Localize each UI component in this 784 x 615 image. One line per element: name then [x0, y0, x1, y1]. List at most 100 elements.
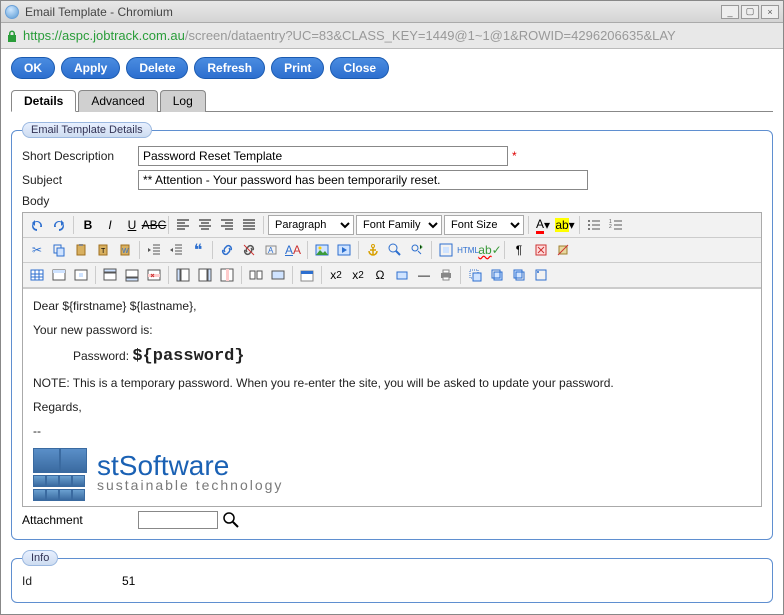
row-after-icon[interactable]: [122, 265, 142, 285]
copy-icon[interactable]: [49, 240, 69, 260]
hr-icon[interactable]: —: [414, 265, 434, 285]
link-icon[interactable]: [217, 240, 237, 260]
minimize-button[interactable]: _: [721, 5, 739, 19]
split-cells-icon[interactable]: [246, 265, 266, 285]
paste-icon[interactable]: [71, 240, 91, 260]
search-icon[interactable]: [222, 511, 240, 529]
tab-log[interactable]: Log: [160, 90, 206, 112]
backward-icon[interactable]: [509, 265, 529, 285]
align-right-icon[interactable]: [217, 215, 237, 235]
pilcrow-icon[interactable]: ¶: [509, 240, 529, 260]
strike-icon[interactable]: ABC: [144, 215, 164, 235]
page-content: OK Apply Delete Refresh Print Close Deta…: [1, 49, 783, 614]
print-icon[interactable]: [436, 265, 456, 285]
font-size-select[interactable]: Font Size: [444, 215, 524, 235]
svg-text:2: 2: [609, 224, 612, 230]
remove-format-icon[interactable]: [531, 240, 551, 260]
media-icon[interactable]: [334, 240, 354, 260]
lock-icon: [5, 29, 19, 43]
info-legend: Info: [22, 550, 58, 566]
apply-button[interactable]: Apply: [61, 57, 120, 79]
row-delete-icon[interactable]: [144, 265, 164, 285]
url-text: https://aspc.jobtrack.com.au/screen/data…: [23, 28, 676, 43]
align-justify-icon[interactable]: [239, 215, 259, 235]
style-icon[interactable]: AA: [283, 240, 303, 260]
body-dashes: --: [33, 424, 751, 438]
details-fieldset: Email Template Details Short Description…: [11, 122, 773, 540]
body-line1: Your new password is:: [33, 323, 751, 337]
abs-icon[interactable]: [531, 265, 551, 285]
body-regards: Regards,: [33, 400, 751, 414]
chromium-favicon: [5, 5, 19, 19]
id-value: 51: [122, 574, 135, 588]
row-before-icon[interactable]: [100, 265, 120, 285]
fullscreen-icon[interactable]: [436, 240, 456, 260]
attachment-input[interactable]: [138, 511, 218, 529]
tab-advanced[interactable]: Advanced: [78, 90, 157, 112]
ok-button[interactable]: OK: [11, 57, 55, 79]
table-props-icon[interactable]: [49, 265, 69, 285]
col-after-icon[interactable]: [195, 265, 215, 285]
subject-input[interactable]: [138, 170, 588, 190]
outdent-icon[interactable]: [144, 240, 164, 260]
logo-tagline: sustainable technology: [97, 478, 283, 492]
close-window-button[interactable]: ×: [761, 5, 779, 19]
maximize-button[interactable]: ▢: [741, 5, 759, 19]
align-left-icon[interactable]: [173, 215, 193, 235]
table-cell-icon[interactable]: [71, 265, 91, 285]
table-icon[interactable]: [27, 265, 47, 285]
sup-icon[interactable]: x2: [348, 265, 368, 285]
refresh-button[interactable]: Refresh: [194, 57, 265, 79]
col-delete-icon[interactable]: [217, 265, 237, 285]
delete-button[interactable]: Delete: [126, 57, 188, 79]
font-family-select[interactable]: Font Family: [356, 215, 442, 235]
highlight-icon[interactable]: ab▾: [555, 215, 575, 235]
layer-icon[interactable]: [465, 265, 485, 285]
close-button[interactable]: Close: [330, 57, 389, 79]
text-color-icon[interactable]: A ▾: [533, 215, 553, 235]
blockquote-icon[interactable]: ❝: [188, 240, 208, 260]
indent-icon[interactable]: [166, 240, 186, 260]
body-greeting: Dear ${firstname} ${lastname},: [33, 299, 751, 313]
paste-text-icon[interactable]: T: [93, 240, 113, 260]
url-bar[interactable]: https://aspc.jobtrack.com.au/screen/data…: [1, 23, 783, 49]
print-button[interactable]: Print: [271, 57, 324, 79]
browser-window: Email Template - Chromium _ ▢ × https://…: [0, 0, 784, 615]
tab-bar: Details Advanced Log: [11, 89, 773, 112]
merge-cells-icon[interactable]: [268, 265, 288, 285]
underline-icon[interactable]: U: [122, 215, 142, 235]
unordered-list-icon[interactable]: [584, 215, 604, 235]
forward-icon[interactable]: [487, 265, 507, 285]
omega-icon[interactable]: Ω: [370, 265, 390, 285]
date-icon[interactable]: [297, 265, 317, 285]
cut-icon[interactable]: ✂: [27, 240, 47, 260]
svg-text:W: W: [122, 248, 129, 255]
short-desc-input[interactable]: [138, 146, 508, 166]
html-icon[interactable]: HTML: [458, 240, 478, 260]
paragraph-select[interactable]: Paragraph: [268, 215, 354, 235]
spellcheck-icon[interactable]: ab✓: [480, 240, 500, 260]
image-icon[interactable]: [312, 240, 332, 260]
short-desc-label: Short Description: [22, 149, 138, 163]
col-before-icon[interactable]: [173, 265, 193, 285]
clear-format-icon[interactable]: [553, 240, 573, 260]
unlink-icon[interactable]: [239, 240, 259, 260]
bold-icon[interactable]: B: [78, 215, 98, 235]
attribute-icon[interactable]: A: [261, 240, 281, 260]
anchor-icon[interactable]: [363, 240, 383, 260]
italic-icon[interactable]: I: [100, 215, 120, 235]
editor-body[interactable]: Dear ${firstname} ${lastname}, Your new …: [23, 288, 761, 506]
redo-icon[interactable]: [49, 215, 69, 235]
tab-details[interactable]: Details: [11, 90, 76, 112]
align-center-icon[interactable]: [195, 215, 215, 235]
rich-text-editor: B I U ABC Paragraph Font Family Font Siz…: [22, 212, 762, 507]
undo-icon[interactable]: [27, 215, 47, 235]
field-icon[interactable]: [392, 265, 412, 285]
find-icon[interactable]: [385, 240, 405, 260]
replace-icon[interactable]: [407, 240, 427, 260]
sub-icon[interactable]: x2: [326, 265, 346, 285]
details-legend: Email Template Details: [22, 122, 152, 138]
body-note: NOTE: This is a temporary password. When…: [33, 376, 751, 390]
ordered-list-icon[interactable]: 12: [606, 215, 626, 235]
paste-word-icon[interactable]: W: [115, 240, 135, 260]
